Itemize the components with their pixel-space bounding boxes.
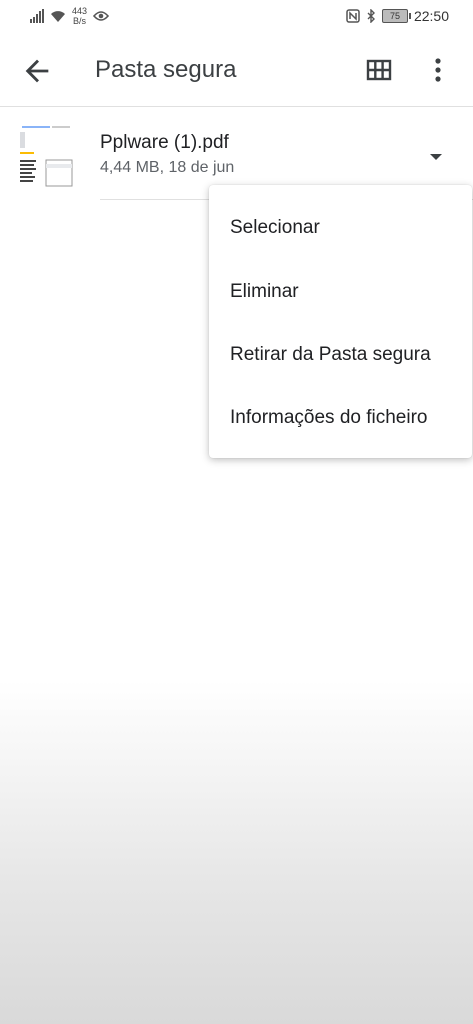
menu-item-select[interactable]: Selecionar	[209, 196, 472, 259]
menu-item-file-info[interactable]: Informações do ficheiro	[209, 386, 472, 449]
net-speed: 443 B/s	[72, 6, 87, 26]
arrow-drop-down-icon	[430, 154, 442, 160]
file-name: Pplware (1).pdf	[100, 132, 229, 153]
status-right: 75 22:50	[346, 8, 449, 24]
more-options-button[interactable]	[428, 54, 448, 86]
back-arrow-icon	[25, 59, 49, 83]
page-title: Pasta segura	[95, 56, 237, 83]
grid-view-button[interactable]	[366, 57, 392, 83]
file-menu-button[interactable]	[425, 146, 447, 168]
file-thumbnail	[16, 120, 76, 194]
menu-item-delete[interactable]: Eliminar	[209, 260, 472, 323]
more-vert-icon	[435, 58, 441, 82]
back-button[interactable]	[20, 54, 54, 88]
status-bar: 443 B/s 75 22:50	[0, 0, 473, 34]
grid-view-icon	[366, 59, 392, 81]
signal-icon	[30, 9, 44, 23]
eye-icon	[93, 11, 110, 21]
net-speed-value: 443	[72, 6, 88, 16]
file-meta: 4,44 MB, 18 de jun	[100, 159, 235, 176]
status-left: 443 B/s	[30, 6, 110, 26]
menu-item-remove-from-safe-folder[interactable]: Retirar da Pasta segura	[209, 323, 472, 386]
bluetooth-icon	[367, 9, 375, 23]
app-bar: Pasta segura	[0, 34, 473, 107]
file-context-menu: Selecionar Eliminar Retirar da Pasta seg…	[209, 185, 472, 458]
battery-icon: 75	[381, 9, 411, 23]
wifi-icon	[51, 11, 65, 22]
net-speed-unit: B/s	[73, 16, 87, 26]
clock: 22:50	[413, 8, 449, 24]
nfc-icon	[346, 9, 360, 23]
background-fade	[0, 680, 473, 1024]
